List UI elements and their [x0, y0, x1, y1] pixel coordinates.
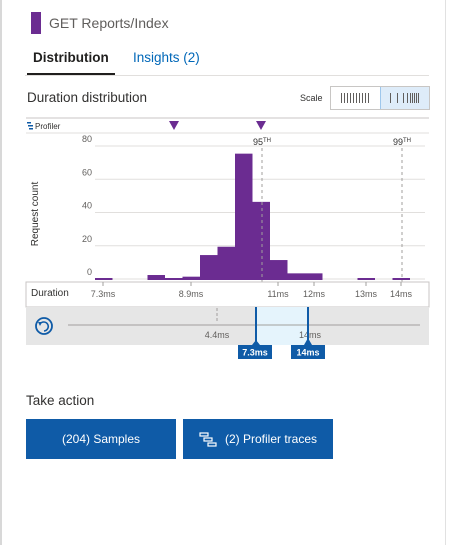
histogram-bar[interactable] — [217, 246, 236, 280]
y-tick-label: 20 — [82, 234, 92, 244]
profiler-icon — [27, 122, 33, 130]
profiler-label: Profiler — [35, 122, 61, 131]
range-max-label: 14ms — [299, 330, 322, 340]
y-tick-label: 60 — [82, 167, 92, 177]
duration-axis-label: Duration — [31, 288, 69, 299]
profiler-marker-2[interactable] — [256, 121, 266, 130]
histogram-bar[interactable] — [235, 153, 253, 280]
y-tick-label: 40 — [82, 201, 92, 211]
histogram-bar[interactable] — [287, 273, 306, 280]
histogram-bar[interactable] — [147, 275, 166, 280]
samples-button-label: (204) Samples — [61, 432, 141, 446]
histogram-bar[interactable] — [182, 276, 201, 280]
range-end-value: 14ms — [296, 348, 319, 358]
x-tick-label: 14ms — [390, 289, 413, 299]
y-tick-label: 80 — [82, 134, 92, 144]
y-tick-label: 0 — [87, 267, 92, 277]
duration-chart: Profiler Request count 020406080 95TH 99T… — [25, 117, 430, 359]
histogram-bar[interactable] — [392, 278, 411, 280]
histogram-bar[interactable] — [95, 278, 113, 280]
x-tick-label: 13ms — [355, 289, 378, 299]
histogram-bar[interactable] — [270, 260, 288, 280]
x-tick-label: 7.3ms — [91, 289, 116, 299]
range-start-value: 7.3ms — [242, 348, 268, 358]
histogram-bar[interactable] — [165, 278, 183, 280]
histogram-bar[interactable] — [200, 255, 218, 280]
histogram-bar[interactable] — [357, 278, 376, 280]
profiler-traces-button-label: (2) Profiler traces — [224, 432, 318, 446]
profiler-traces-button[interactable]: (2) Profiler traces — [183, 419, 333, 459]
y-axis-title: Request count — [30, 182, 41, 247]
samples-button[interactable]: (204) Samples — [26, 419, 176, 459]
histogram-bar[interactable] — [252, 201, 271, 280]
x-tick-label: 8.9ms — [179, 289, 204, 299]
profiler-traces-icon — [199, 432, 217, 447]
x-tick-label: 11ms — [267, 289, 289, 299]
take-action-title: Take action — [26, 393, 95, 408]
x-tick-label: 12ms — [303, 289, 326, 299]
profiler-marker-1[interactable] — [169, 121, 179, 130]
range-min-label: 4.4ms — [205, 330, 230, 340]
histogram-bar[interactable] — [305, 273, 323, 280]
